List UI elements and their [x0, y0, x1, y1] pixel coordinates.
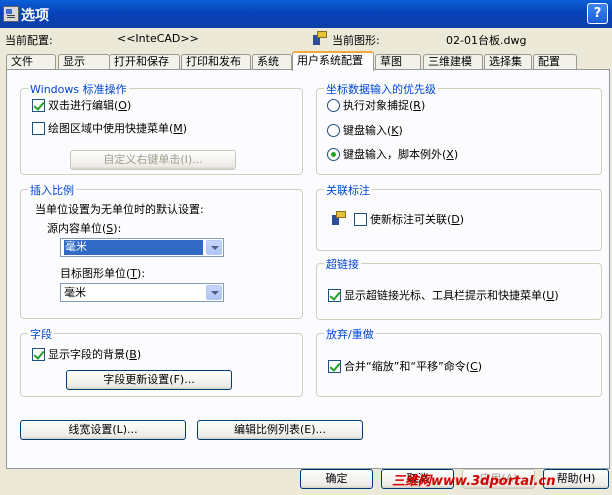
help-button[interactable]: ?	[587, 3, 608, 24]
config-row: 当前配置: <<InteCAD>> 当前图形: 02-01台板.dwg	[0, 30, 612, 48]
windows-ops-group: Windows 标准操作 双击进行编辑(O) 绘图区域中使用快捷菜单(M) 自定…	[20, 81, 303, 175]
hyperlink-option[interactable]: 显示超链接光标、工具栏提示和快捷菜单(U)	[328, 289, 559, 303]
tab-open-save[interactable]: 打开和保存	[109, 54, 180, 70]
tab-user-preferences[interactable]: 用户系统配置	[292, 51, 374, 71]
associative-dimension-icon	[331, 210, 347, 226]
keyboard-radio[interactable]	[327, 124, 340, 137]
hyperlink-checkbox[interactable]	[328, 289, 341, 302]
current-profile-value: <<InteCAD>>	[117, 32, 199, 45]
source-units-select[interactable]: 毫米	[60, 238, 224, 257]
tab-drafting[interactable]: 草图	[375, 54, 421, 70]
drawing-icon	[312, 30, 328, 46]
field-background-checkbox[interactable]	[32, 348, 45, 361]
site-watermark: 三维网www.3dportal.cn	[392, 474, 556, 489]
assoc-dim-title: 关联标注	[324, 182, 372, 198]
chevron-down-icon[interactable]	[206, 285, 222, 300]
tab-files[interactable]: 文件	[6, 54, 56, 70]
dialog-title: 选项	[21, 8, 49, 24]
ok-button[interactable]: 确定	[300, 469, 373, 489]
field-update-settings-button[interactable]: 字段更新设置(F)...	[66, 370, 232, 390]
coord-option-keyboard-except-scripts[interactable]: 键盘输入，脚本例外(X)	[327, 148, 458, 162]
windows-ops-title: Windows 标准操作	[28, 81, 129, 97]
keyboard-except-scripts-radio[interactable]	[327, 148, 340, 161]
assoc-dim-group: 关联标注 使新标注可关联(D)	[316, 182, 602, 251]
shortcut-menu-checkbox[interactable]	[32, 122, 45, 135]
assoc-dim-checkbox[interactable]	[354, 213, 367, 226]
chevron-down-icon[interactable]	[206, 240, 222, 255]
hyperlink-group: 超链接 显示超链接光标、工具栏提示和快捷菜单(U)	[316, 256, 602, 320]
tab-3d-modeling[interactable]: 三维建模	[423, 54, 483, 70]
shortcut-menu-option[interactable]: 绘图区域中使用快捷菜单(M)	[32, 122, 187, 136]
tab-display[interactable]: 显示	[58, 54, 110, 70]
source-units-value: 毫米	[64, 240, 203, 255]
lineweight-settings-button[interactable]: 线宽设置(L)...	[20, 420, 186, 440]
coord-option-osnap[interactable]: 执行对象捕捉(R)	[327, 99, 425, 113]
double-click-edit-option[interactable]: 双击进行编辑(O)	[32, 99, 131, 113]
insert-scale-title: 插入比例	[28, 182, 76, 198]
current-drawing-value: 02-01台板.dwg	[446, 34, 527, 47]
tab-panel: Windows 标准操作 双击进行编辑(O) 绘图区域中使用快捷菜单(M) 自定…	[6, 69, 610, 469]
combine-zoom-pan-checkbox[interactable]	[328, 360, 341, 373]
tab-profiles[interactable]: 配置	[533, 54, 577, 70]
hyperlink-title: 超链接	[324, 256, 361, 272]
insert-scale-description: 当单位设置为无单位时的默认设置:	[35, 203, 204, 216]
current-drawing-label: 当前图形:	[332, 34, 380, 47]
target-units-select[interactable]: 毫米	[60, 283, 224, 302]
coord-priority-title: 坐标数据输入的优先级	[324, 81, 438, 97]
field-background-option[interactable]: 显示字段的背景(B)	[32, 348, 141, 362]
coord-priority-group: 坐标数据输入的优先级 执行对象捕捉(R) 键盘输入(K) 键盘输入，脚本例外(X…	[316, 81, 602, 175]
tab-plot-publish[interactable]: 打印和发布	[181, 54, 251, 70]
tab-system[interactable]: 系统	[252, 54, 292, 70]
combine-zoom-pan-option[interactable]: 合并“缩放”和“平移”命令(C)	[328, 360, 482, 374]
osnap-radio[interactable]	[327, 99, 340, 112]
title-bar: 选项 ?	[0, 0, 612, 28]
undo-redo-group: 放弃/重做 合并“缩放”和“平移”命令(C)	[316, 326, 602, 397]
tab-selection[interactable]: 选择集	[484, 54, 532, 70]
dialog-icon	[3, 6, 19, 22]
source-units-label: 源内容单位(S):	[47, 222, 122, 235]
assoc-dim-option[interactable]: 使新标注可关联(D)	[354, 213, 464, 227]
double-click-edit-checkbox[interactable]	[32, 99, 45, 112]
target-units-value: 毫米	[64, 286, 86, 299]
edit-scale-list-button[interactable]: 编辑比例列表(E)...	[197, 420, 363, 440]
fields-group: 字段 显示字段的背景(B) 字段更新设置(F)...	[20, 326, 303, 397]
insert-scale-group: 插入比例 当单位设置为无单位时的默认设置: 源内容单位(S): 毫米 目标图形单…	[20, 182, 303, 319]
undo-redo-title: 放弃/重做	[324, 326, 376, 342]
target-units-label: 目标图形单位(T):	[60, 267, 146, 280]
fields-title: 字段	[28, 326, 54, 342]
custom-right-click-button[interactable]: 自定义右键单击(I)...	[70, 150, 236, 170]
current-profile-label: 当前配置:	[5, 34, 53, 47]
coord-option-keyboard[interactable]: 键盘输入(K)	[327, 124, 403, 138]
